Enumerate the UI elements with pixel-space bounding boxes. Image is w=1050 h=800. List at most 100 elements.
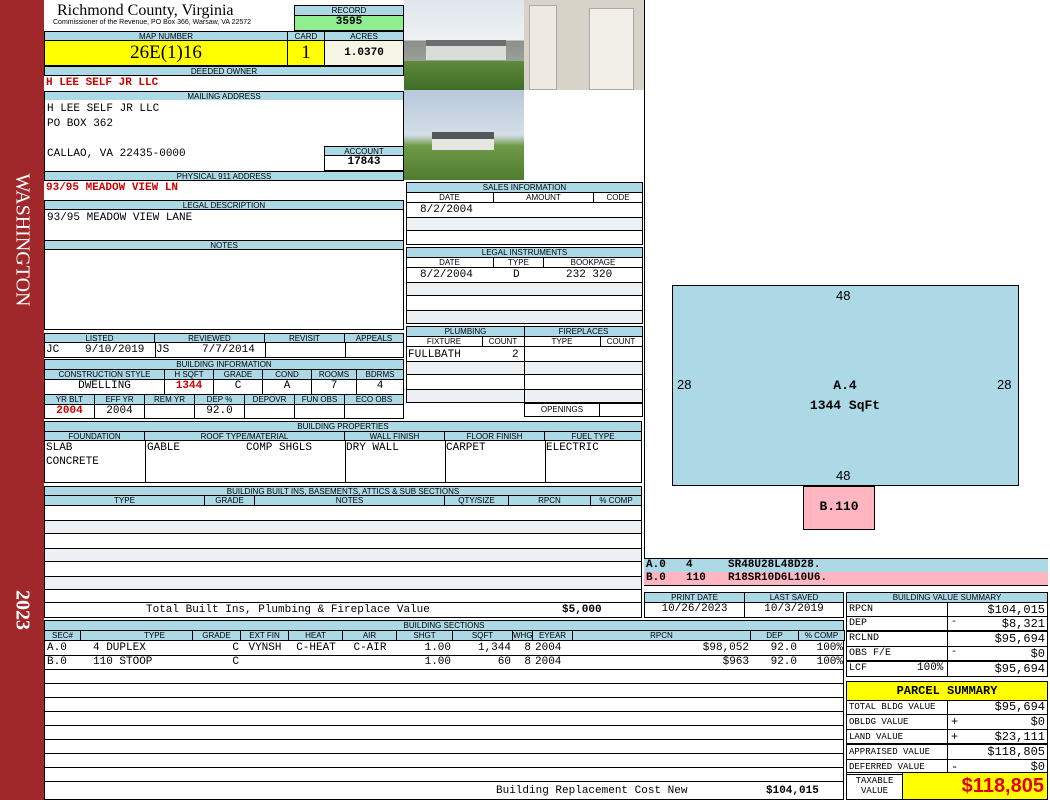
- total-bldg-row: TOTAL BLDG VALUE $95,694: [846, 700, 1048, 715]
- code: 110: [686, 572, 706, 584]
- acres-value: 1.0370: [324, 40, 404, 66]
- reviewed-by: JS: [156, 344, 170, 356]
- listed-date: 9/10/2019: [85, 344, 145, 356]
- year-label: 2023: [11, 590, 34, 630]
- builtins-rows: [44, 505, 642, 603]
- code: 4: [686, 559, 693, 571]
- label: APPRAISED VALUE: [849, 747, 931, 757]
- value: $95,694: [994, 662, 1045, 676]
- print-date: 10/26/2023: [644, 602, 745, 618]
- plus: +: [951, 715, 959, 729]
- col-label: COUNT: [488, 337, 518, 346]
- label: OBLDG VALUE: [849, 717, 909, 727]
- remaining-year: [144, 404, 195, 419]
- property-photo-front[interactable]: [404, 0, 524, 90]
- deeded-owner-label: DEEDED OWNER: [44, 66, 404, 76]
- rooms: 7: [311, 379, 357, 395]
- deeded-owner: H LEE SELF JR LLC: [46, 77, 159, 89]
- depreciation-pct: 92.0: [194, 404, 245, 419]
- wall-finish: DRY WALL: [346, 442, 399, 454]
- property-photo-doors[interactable]: [524, 0, 644, 90]
- replacement-cost-label: Building Replacement Cost New: [496, 785, 688, 797]
- sketch-legend-a: A.0 4 SR48U28L48D28.: [644, 558, 1048, 572]
- col-label: FIXTURE: [426, 337, 462, 346]
- path: R18SR10D6L10U6.: [728, 572, 828, 584]
- builtins-total-value: $5,000: [562, 604, 602, 616]
- sidebar: [0, 0, 44, 800]
- rpcn-row: RPCN $104,015: [846, 602, 1048, 617]
- mailing-line-3: CALLAO, VA 22435-0000: [47, 148, 186, 160]
- fuel-type: ELECTRIC: [546, 442, 599, 454]
- label: RCLND: [849, 633, 880, 644]
- dim-left: 28: [677, 377, 692, 392]
- cell-grade: C: [232, 656, 239, 668]
- cell-dep: 92.0: [770, 656, 797, 668]
- mailing-line-1: H LEE SELF JR LLC: [47, 103, 160, 115]
- construction-style: DWELLING: [44, 379, 165, 395]
- row-divider: [45, 781, 843, 782]
- label: LAND VALUE: [849, 732, 904, 742]
- cell-heat: C-HEAT: [296, 642, 336, 654]
- cell-eyear: 2004: [535, 656, 562, 668]
- value: $104,015: [987, 603, 1045, 617]
- bedrooms: 4: [356, 379, 404, 395]
- cell-dep: 92.0: [770, 642, 797, 654]
- sections-rows: A.0 4 DUPLEX C VYNSH C-HEAT C-AIR 1.00 1,344 8 20…: [44, 640, 844, 800]
- openings-label: OPENINGS: [524, 403, 600, 417]
- value: $0: [1030, 647, 1045, 661]
- listed-by: JC: [46, 344, 60, 356]
- label: TOTAL BLDG VALUE: [849, 702, 936, 712]
- dim-bottom: 48: [836, 468, 851, 483]
- cell-whgt: 8: [524, 656, 531, 668]
- card-number: 1: [287, 40, 325, 66]
- grade: C: [213, 379, 263, 395]
- account-value: 17843: [324, 155, 404, 171]
- instrument-bookpage: 232 320: [566, 269, 613, 281]
- county-title: Richmond County, Virginia: [57, 2, 234, 19]
- property-photo-side[interactable]: [404, 90, 524, 180]
- table-row[interactable]: B.0 110 STOOP C 1.00 60 8 2004 $963 92.0 100%: [45, 655, 843, 669]
- foundation-2: CONCRETE: [46, 456, 99, 468]
- county-subtitle: Commissioner of the Revenue, PO Box 366,…: [53, 19, 252, 26]
- notes-box: [44, 249, 404, 330]
- foundation-1: SLAB: [46, 442, 73, 454]
- rclnd-row: RCLND $95,694: [846, 632, 1048, 647]
- section-b-label: B.110: [819, 499, 859, 514]
- sketch-legend-b: B.0 110 R18SR10D6L10U6.: [644, 572, 1048, 586]
- label: LCF: [849, 663, 868, 674]
- col-label: DATE: [406, 258, 494, 267]
- obs-row: OBS F/E - $0: [846, 647, 1048, 662]
- cell-sec-: B.0: [47, 656, 67, 668]
- minus: -: [951, 647, 958, 658]
- reviewed-date: 7/7/2014: [202, 344, 255, 356]
- cell-shgt: 1.00: [424, 642, 451, 654]
- parcel-summary-title: PARCEL SUMMARY: [846, 681, 1048, 701]
- record-value: 3595: [294, 15, 404, 31]
- row-divider: [45, 711, 843, 712]
- value-summary-table: RPCN $104,015 DEP - $8,321 RCLND $95,694 OBS…: [846, 602, 1048, 677]
- mailing-line-2: PO BOX 362: [47, 118, 114, 130]
- dim-top: 48: [836, 288, 851, 303]
- sale-date: 8/2/2004: [420, 204, 473, 216]
- value: $95,694: [994, 632, 1045, 646]
- value: $0: [1030, 715, 1045, 729]
- cell-sqft: 60: [497, 656, 511, 668]
- lcf-row: LCF 100% $95,694: [846, 662, 1048, 677]
- value: $118,805: [987, 745, 1045, 759]
- col-label: CODE: [606, 193, 630, 202]
- col-label: COUNT: [606, 337, 636, 346]
- lcf-pct: 100%: [917, 662, 944, 674]
- sec: A.0: [646, 559, 666, 571]
- appraised-row: APPRAISED VALUE $118,805: [846, 745, 1048, 760]
- functional-obs: [294, 404, 345, 419]
- district-label: WASHINGTON: [11, 173, 34, 307]
- legal-description: 93/95 MEADOW VIEW LANE: [47, 212, 193, 224]
- row-divider: [45, 683, 843, 684]
- physical-address: 93/95 MEADOW VIEW LN: [46, 182, 179, 194]
- dim-right: 28: [997, 377, 1012, 392]
- minus: -: [951, 617, 958, 628]
- heated-sqft: 1344: [164, 379, 214, 395]
- table-row[interactable]: A.0 4 DUPLEX C VYNSH C-HEAT C-AIR 1.00 1,344 8 20…: [45, 641, 843, 655]
- label: OBS F/E: [849, 648, 892, 659]
- sec: B.0: [646, 572, 666, 584]
